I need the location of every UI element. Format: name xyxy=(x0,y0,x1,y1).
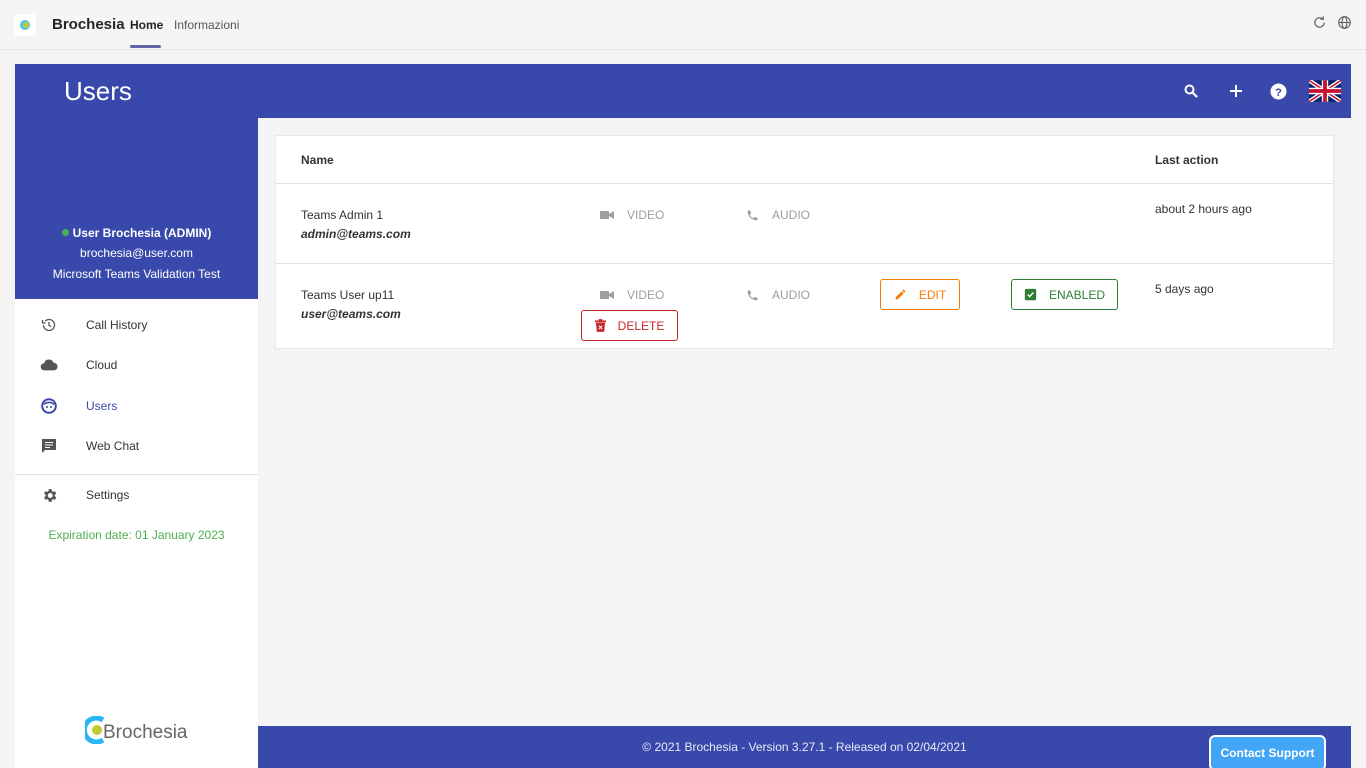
sidebar-item-web-chat[interactable]: Web Chat xyxy=(15,426,258,466)
sidebar-item-label: Web Chat xyxy=(86,439,140,453)
enabled-label: ENABLED xyxy=(1048,287,1106,302)
profile-organization: Microsoft Teams Validation Test xyxy=(52,267,221,281)
history-icon xyxy=(40,316,58,334)
video-label: VIDEO xyxy=(627,288,665,302)
cloud-icon xyxy=(40,356,58,374)
teams-top-bar: Brochesia Home Informazioni xyxy=(0,0,1366,50)
footer-version-text: © 2021 Brochesia - Version 3.27.1 - Rele… xyxy=(642,740,967,754)
contact-support-button[interactable]: Contact Support xyxy=(1209,735,1326,768)
brochesia-logo: Brochesia xyxy=(85,712,188,744)
audio-label: AUDIO xyxy=(772,288,811,302)
footer: © 2021 Brochesia - Version 3.27.1 - Rele… xyxy=(258,726,1351,768)
audio-call-button[interactable]: AUDIO xyxy=(746,208,810,222)
sidebar-item-label: Cloud xyxy=(86,358,118,372)
sidebar-item-label: Settings xyxy=(86,488,130,502)
users-table: Name Last action Teams Admin 1 admin@tea… xyxy=(275,135,1334,349)
video-icon xyxy=(600,291,614,299)
brochesia-app-icon xyxy=(14,14,36,36)
profile-panel: User Brochesia (ADMIN) brochesia@user.co… xyxy=(15,118,258,299)
uk-flag-icon[interactable] xyxy=(1309,80,1341,102)
user-name: Teams User up11 xyxy=(301,288,395,302)
delete-button[interactable]: DELETE xyxy=(581,310,678,341)
profile-name: User Brochesia (ADMIN) xyxy=(72,226,212,240)
table-row: Teams Admin 1 admin@teams.com VIDEO AUDI… xyxy=(276,183,1333,263)
refresh-icon[interactable] xyxy=(1310,15,1328,33)
profile-name-row: User Brochesia (ADMIN) xyxy=(15,226,258,240)
sidebar: User Brochesia (ADMIN) brochesia@user.co… xyxy=(15,118,258,768)
globe-icon[interactable] xyxy=(1335,15,1353,33)
online-status-dot xyxy=(61,229,69,236)
app-header: Users ? xyxy=(15,64,1351,118)
tab-informazioni[interactable]: Informazioni xyxy=(174,18,239,32)
user-name: Teams Admin 1 xyxy=(301,208,384,222)
expiration-date: Expiration date: 01 January 2023 xyxy=(48,528,225,542)
video-call-button[interactable]: VIDEO xyxy=(600,288,664,302)
trash-icon xyxy=(594,319,606,332)
face-icon xyxy=(40,397,58,415)
sidebar-item-label: Call History xyxy=(86,318,148,332)
column-header-last-action: Last action xyxy=(1155,153,1219,167)
plus-icon[interactable] xyxy=(1227,80,1245,102)
sidebar-item-settings[interactable]: Settings xyxy=(15,475,258,515)
video-label: VIDEO xyxy=(627,208,665,222)
last-action: 5 days ago xyxy=(1155,282,1214,296)
sidebar-item-cloud[interactable]: Cloud xyxy=(15,345,258,385)
sidebar-item-call-history[interactable]: Call History xyxy=(15,305,258,345)
phone-icon xyxy=(747,290,758,300)
delete-label: DELETE xyxy=(617,318,665,333)
active-tab-indicator xyxy=(130,45,161,48)
table-row: Teams User up11 user@teams.com VIDEO AUD… xyxy=(276,263,1333,348)
sidebar-item-label: Users xyxy=(86,399,118,413)
enabled-toggle-button[interactable]: ENABLED xyxy=(1011,279,1118,310)
svg-text:?: ? xyxy=(1275,86,1282,98)
audio-call-button[interactable]: AUDIO xyxy=(746,288,810,302)
edit-button[interactable]: EDIT xyxy=(880,279,960,310)
sidebar-item-users[interactable]: Users xyxy=(15,386,258,426)
search-icon[interactable] xyxy=(1183,80,1199,102)
gear-icon xyxy=(40,486,58,504)
pencil-icon xyxy=(895,289,906,300)
page-title: Users xyxy=(64,76,132,106)
tab-home[interactable]: Home xyxy=(130,18,163,32)
shield-check-icon xyxy=(1024,288,1037,301)
edit-label: EDIT xyxy=(918,287,947,302)
profile-email: brochesia@user.com xyxy=(80,246,193,260)
user-email: admin@teams.com xyxy=(301,227,411,241)
help-icon[interactable]: ? xyxy=(1268,80,1288,102)
chat-icon xyxy=(40,437,58,455)
teams-app-name: Brochesia xyxy=(52,16,125,33)
audio-label: AUDIO xyxy=(772,208,811,222)
logo-text: Brochesia xyxy=(103,722,188,743)
column-header-name: Name xyxy=(301,153,334,167)
last-action: about 2 hours ago xyxy=(1155,202,1252,216)
video-call-button[interactable]: VIDEO xyxy=(600,208,664,222)
phone-icon xyxy=(747,210,758,220)
video-icon xyxy=(600,211,614,219)
user-email: user@teams.com xyxy=(301,307,401,321)
